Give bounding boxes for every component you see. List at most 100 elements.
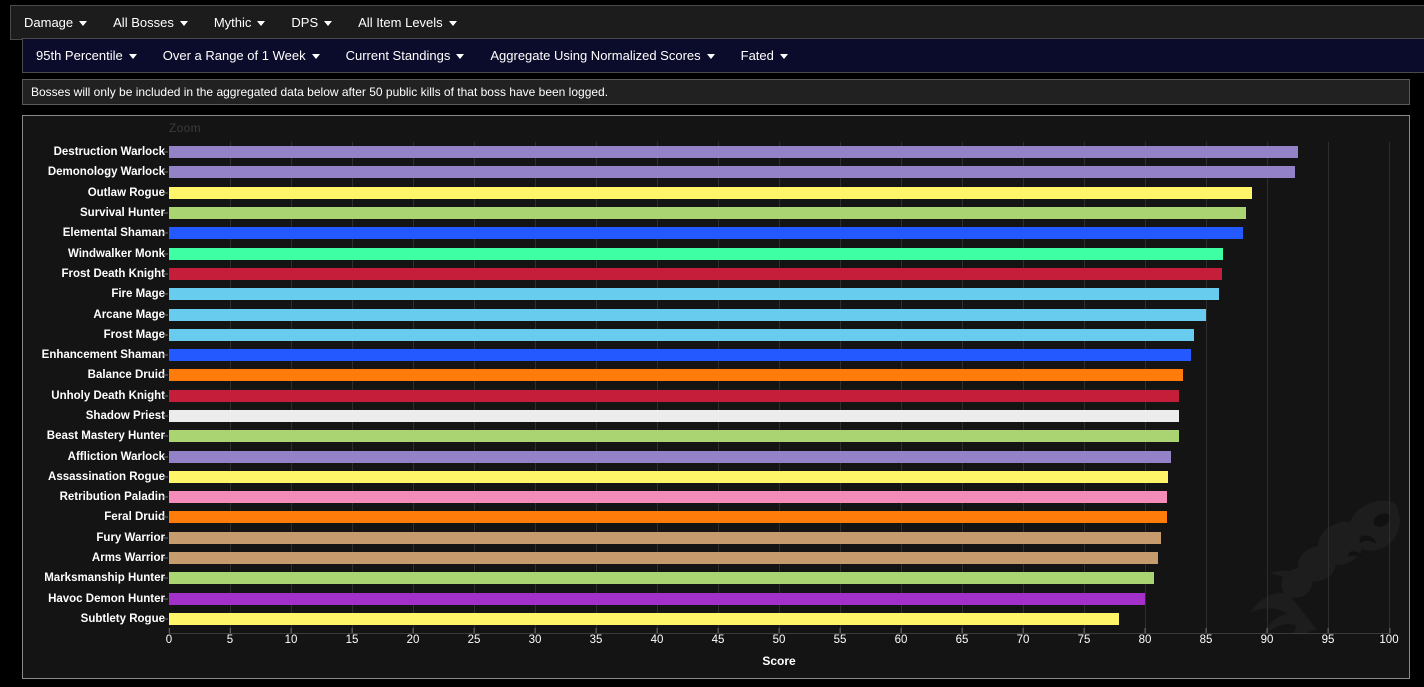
bar[interactable] — [169, 612, 1120, 625]
bar-row[interactable]: Survival Hunter — [80, 203, 1389, 223]
bar[interactable] — [169, 166, 1296, 179]
y-axis-tick — [163, 456, 168, 458]
filter-time-range[interactable]: Over a Range of 1 Week — [150, 39, 333, 72]
y-axis-tick — [163, 557, 168, 559]
plot-area: Destruction Warlock Demonology Warlock Out… — [42, 142, 1390, 633]
bar-row[interactable]: Shadow Priest — [86, 406, 1389, 426]
bar[interactable] — [169, 288, 1220, 301]
secondary-filter-toolbar: 95th Percentile Over a Range of 1 Week Cur… — [22, 38, 1424, 73]
filter-role[interactable]: DPS — [278, 6, 345, 39]
y-axis-tick — [163, 618, 168, 620]
primary-filter-toolbar: Damage All Bosses Mythic DPS All Item Levels — [10, 5, 1424, 40]
bar[interactable] — [169, 552, 1159, 565]
bar[interactable] — [169, 430, 1180, 443]
x-axis-tick-label: 70 — [1017, 628, 1029, 646]
y-axis-tick — [163, 192, 168, 194]
chevron-down-icon — [128, 54, 137, 59]
x-axis-tick-label: 100 — [1379, 628, 1399, 646]
bar-row-label: Marksmanship Hunter — [44, 572, 165, 585]
bar[interactable] — [169, 470, 1169, 483]
x-axis-tick-label: 25 — [468, 628, 480, 646]
x-axis-tick-mark — [900, 628, 902, 633]
filter-boss[interactable]: All Bosses — [100, 6, 201, 39]
x-axis-tick-label: 60 — [895, 628, 907, 646]
filter-fated[interactable]: Fated — [728, 39, 801, 72]
bar-row[interactable]: Demonology Warlock — [48, 162, 1389, 182]
bar-row[interactable]: Feral Druid — [104, 507, 1389, 527]
bar-row[interactable]: Beast Mastery Hunter — [47, 426, 1389, 446]
bar[interactable] — [169, 511, 1167, 524]
y-axis-tick — [163, 537, 168, 539]
bar[interactable] — [169, 328, 1194, 341]
bar-row[interactable]: Havoc Demon Hunter — [48, 589, 1389, 609]
bar[interactable] — [169, 389, 1180, 402]
filter-difficulty-label: Mythic — [213, 15, 252, 30]
chevron-down-icon — [448, 21, 457, 26]
bar-row[interactable]: Windwalker Monk — [68, 243, 1389, 263]
bar[interactable] — [169, 207, 1247, 220]
bar-row[interactable]: Frost Mage — [104, 325, 1389, 345]
bar-row-label: Frost Mage — [103, 328, 165, 341]
y-axis-tick — [163, 374, 168, 376]
x-axis-tick-mark — [1327, 628, 1329, 633]
bar-row[interactable]: Affliction Warlock — [68, 446, 1389, 466]
x-axis-tick-label: 95 — [1322, 628, 1334, 646]
bar-row-label: Havoc Demon Hunter — [48, 592, 165, 605]
bar-row[interactable]: Retribution Paladin — [60, 487, 1389, 507]
x-axis-tick-label: 80 — [1139, 628, 1151, 646]
x-axis-tick-mark — [169, 628, 170, 633]
bar[interactable] — [169, 267, 1222, 280]
y-axis-tick — [163, 476, 168, 478]
x-axis-tick-label: 90 — [1261, 628, 1273, 646]
zoom-label[interactable]: Zoom — [169, 121, 201, 135]
filter-difficulty[interactable]: Mythic — [201, 6, 279, 39]
bar[interactable] — [169, 450, 1171, 463]
bar-row-label: Windwalker Monk — [67, 247, 165, 260]
bar-row[interactable]: Outlaw Rogue — [88, 183, 1389, 203]
chevron-down-icon — [179, 21, 188, 26]
bar-row[interactable]: Subtlety Rogue — [81, 609, 1389, 629]
bar-row-label: Enhancement Shaman — [41, 349, 165, 362]
bar[interactable] — [169, 572, 1154, 585]
bar[interactable] — [169, 227, 1243, 240]
bar-row[interactable]: Elemental Shaman — [63, 223, 1389, 243]
bar-row-label: Retribution Paladin — [59, 491, 165, 504]
bar[interactable] — [169, 491, 1167, 504]
bar-row[interactable]: Balance Druid — [88, 365, 1389, 385]
filter-standings[interactable]: Current Standings — [333, 39, 478, 72]
bar[interactable] — [169, 349, 1192, 362]
bar[interactable] — [169, 186, 1253, 199]
bar-row[interactable]: Unholy Death Knight — [51, 386, 1389, 406]
bar-row[interactable]: Arcane Mage — [93, 304, 1389, 324]
x-axis-tick-label: 45 — [712, 628, 724, 646]
bar[interactable] — [169, 410, 1180, 422]
notice-text: Bosses will only be included in the aggr… — [31, 85, 609, 99]
bar-row[interactable]: Fire Mage — [111, 284, 1389, 304]
bar-row[interactable]: Destruction Warlock — [54, 142, 1389, 162]
bar-row[interactable]: Arms Warrior — [92, 548, 1389, 568]
x-axis-tick-mark — [473, 628, 475, 633]
bar-row[interactable]: Frost Death Knight — [62, 264, 1389, 284]
notice-bar: Bosses will only be included in the aggr… — [22, 79, 1410, 105]
bar[interactable] — [169, 146, 1298, 159]
filter-item-level[interactable]: All Item Levels — [345, 6, 470, 39]
x-axis-tick-mark — [1144, 628, 1146, 633]
filter-aggregation[interactable]: Aggregate Using Normalized Scores — [477, 39, 727, 72]
filter-time-range-label: Over a Range of 1 Week — [162, 48, 306, 63]
filter-metric[interactable]: Damage — [11, 6, 100, 39]
bar[interactable] — [169, 247, 1224, 260]
x-axis-tick-label: 55 — [834, 628, 846, 646]
bar[interactable] — [169, 592, 1145, 605]
chevron-down-icon — [779, 54, 788, 59]
filter-percentile[interactable]: 95th Percentile — [23, 39, 150, 72]
bar[interactable] — [169, 369, 1183, 382]
bar[interactable] — [169, 531, 1161, 544]
x-axis-tick-mark — [778, 628, 780, 633]
bar-row[interactable]: Assassination Rogue — [48, 467, 1389, 487]
bar-row[interactable]: Marksmanship Hunter — [44, 568, 1389, 588]
x-axis-tick-label: 15 — [346, 628, 358, 646]
bar-row[interactable]: Enhancement Shaman — [42, 345, 1389, 365]
bar-row-label: Subtlety Rogue — [80, 612, 165, 625]
bar-row[interactable]: Fury Warrior — [96, 528, 1389, 548]
bar[interactable] — [169, 308, 1206, 321]
